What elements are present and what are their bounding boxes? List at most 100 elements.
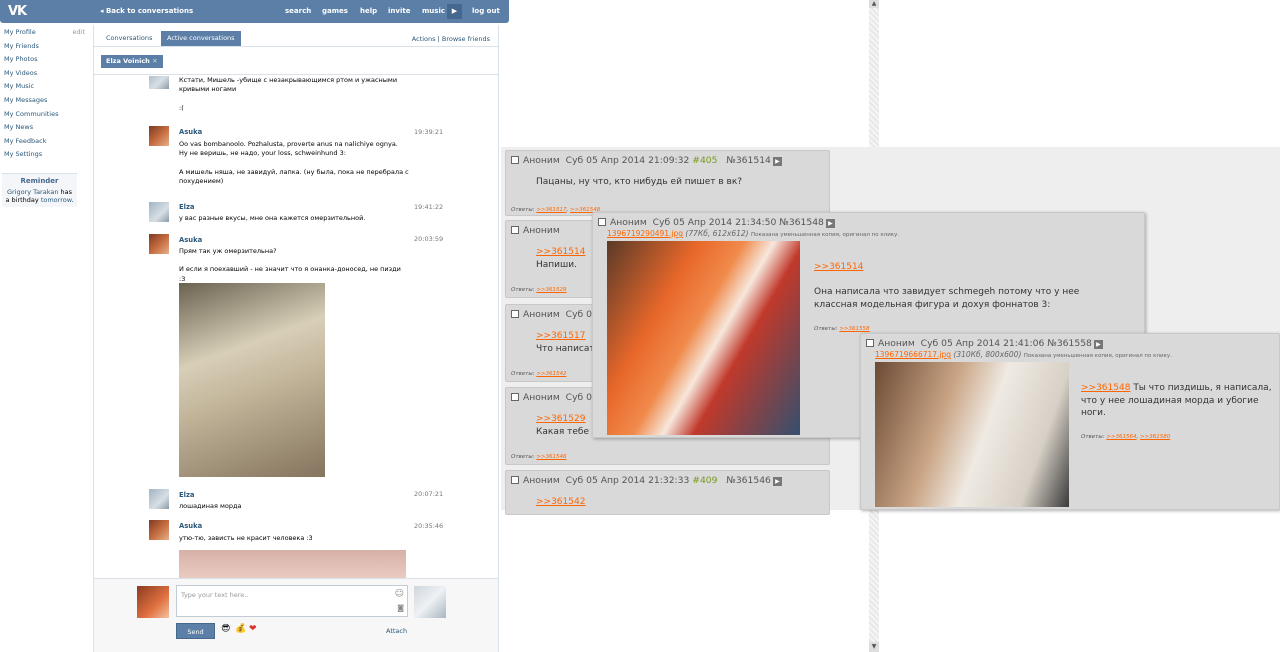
reply-link[interactable]: >>361580 bbox=[1140, 434, 1170, 440]
post-number[interactable]: №361548 bbox=[779, 217, 824, 228]
reply-link[interactable]: >>361564 bbox=[1106, 434, 1136, 440]
post-number[interactable]: №361546 bbox=[726, 475, 771, 486]
avatar[interactable] bbox=[149, 489, 169, 509]
post-preview-popup[interactable]: Аноним Суб 05 Апр 2014 21:41:06 №361558 ▶… bbox=[860, 333, 1280, 510]
camera-icon[interactable]: ◙ bbox=[397, 604, 404, 612]
reminder-when-link[interactable]: tomorrow bbox=[41, 196, 72, 204]
post-checkbox[interactable] bbox=[598, 218, 606, 226]
reply-link[interactable]: >>361517 bbox=[536, 207, 566, 213]
reply-link[interactable]: >>361529 bbox=[536, 287, 566, 293]
post-checkbox[interactable] bbox=[511, 226, 519, 234]
attach-button[interactable]: Attach bbox=[386, 627, 407, 635]
post-replies: Ответы: >>361542 bbox=[511, 371, 567, 377]
close-icon[interactable]: ✕ bbox=[152, 57, 157, 65]
message-list[interactable]: Кстати, Мишель -убище с незакрывающимся … bbox=[94, 76, 498, 606]
peer-avatar[interactable] bbox=[414, 586, 446, 618]
heart-emoji-icon[interactable]: ❤ bbox=[249, 624, 257, 634]
post-text: >>361529 Какая тебе р bbox=[536, 413, 598, 438]
poster-name: Аноним bbox=[523, 155, 560, 166]
quote-link[interactable]: >>361529 bbox=[536, 414, 585, 424]
sidebar-item-messages[interactable]: My Messages bbox=[0, 96, 92, 110]
post-checkbox[interactable] bbox=[511, 156, 519, 164]
avatar[interactable] bbox=[149, 234, 169, 254]
avatar[interactable] bbox=[149, 76, 169, 89]
nav-help[interactable]: help bbox=[360, 7, 377, 15]
quote-link[interactable]: >>361517 bbox=[536, 331, 585, 341]
back-to-conversations-link[interactable]: ◂ Back to conversations bbox=[100, 7, 193, 15]
reply-arrow-icon[interactable]: ▶ bbox=[772, 477, 782, 486]
post-checkbox[interactable] bbox=[511, 310, 519, 318]
post-header: Аноним bbox=[511, 225, 560, 236]
file-meta: (310Кб, 800x600) bbox=[953, 350, 1022, 359]
message-author[interactable]: Asuka bbox=[179, 522, 202, 530]
sidebar-item-settings[interactable]: My Settings bbox=[0, 150, 92, 164]
message-author[interactable]: Elza bbox=[179, 491, 195, 499]
avatar[interactable] bbox=[149, 520, 169, 540]
reply-link[interactable]: >>361542 bbox=[536, 371, 566, 377]
quote-link[interactable]: >>361548 bbox=[1081, 383, 1130, 393]
sidebar-item-news[interactable]: My News bbox=[0, 123, 92, 137]
avatar[interactable] bbox=[149, 126, 169, 146]
sidebar-item-profile[interactable]: My Profile edit bbox=[0, 28, 92, 42]
vk-logo[interactable]: VK bbox=[8, 4, 30, 19]
tab-actions[interactable]: Actions | Browse friends bbox=[412, 35, 490, 43]
vk-header: VK ◂ Back to conversations search games … bbox=[0, 0, 509, 23]
peer-chip[interactable]: Elza Voinich ✕ bbox=[101, 55, 163, 68]
post-number[interactable]: №361514 bbox=[726, 155, 771, 166]
reply-arrow-icon[interactable]: ▶ bbox=[1093, 340, 1103, 349]
post-text: >>361514 Напиши. bbox=[536, 246, 585, 271]
message-input[interactable]: Type your text here.. ☺ ◙ bbox=[176, 585, 408, 617]
sidebar-item-music[interactable]: My Music bbox=[0, 82, 92, 96]
attached-photo[interactable] bbox=[179, 283, 325, 477]
post-date: Суб 05 Апр 2014 21:41:06 bbox=[920, 338, 1045, 349]
reminder-person-link[interactable]: Grigory Tarakan bbox=[7, 188, 59, 196]
sidebar-item-feedback[interactable]: My Feedback bbox=[0, 137, 92, 151]
post-ordinal: #405 bbox=[692, 155, 718, 166]
post-image[interactable] bbox=[607, 241, 800, 435]
post-number[interactable]: №361558 bbox=[1047, 338, 1092, 349]
nav-music[interactable]: music bbox=[422, 7, 445, 15]
nav-invite[interactable]: invite bbox=[388, 7, 410, 15]
post-body: Что написать bbox=[536, 343, 600, 354]
quote-link[interactable]: >>361542 bbox=[536, 497, 585, 507]
my-avatar[interactable] bbox=[137, 586, 169, 618]
post-text: >>361514 Она написала что завидует schmeg… bbox=[814, 261, 1079, 311]
scroll-down-icon[interactable]: ▼ bbox=[869, 642, 879, 652]
nav-search[interactable]: search bbox=[285, 7, 311, 15]
tab-conversations[interactable]: Conversations bbox=[100, 31, 158, 46]
reply-link[interactable]: >>361546 bbox=[536, 454, 566, 460]
send-button[interactable]: Send bbox=[176, 623, 215, 639]
replies-label: Ответы: bbox=[511, 287, 535, 293]
message-author[interactable]: Elza bbox=[179, 203, 195, 211]
money-bag-emoji-icon[interactable]: 💰 bbox=[235, 624, 246, 634]
quote-link[interactable]: >>361514 bbox=[536, 247, 585, 257]
sidebar-item-friends[interactable]: My Friends bbox=[0, 42, 92, 56]
post-text: >>361517 Что написать bbox=[536, 330, 600, 355]
reply-link[interactable]: >>361558 bbox=[839, 326, 869, 332]
post-checkbox[interactable] bbox=[511, 476, 519, 484]
post-checkbox[interactable] bbox=[511, 393, 519, 401]
edit-link[interactable]: edit bbox=[73, 28, 85, 36]
file-link[interactable]: 1396719290491.jpg bbox=[607, 229, 683, 238]
post-checkbox[interactable] bbox=[866, 339, 874, 347]
file-link[interactable]: 1396719666717.jpg bbox=[875, 350, 951, 359]
message-author[interactable]: Asuka bbox=[179, 128, 202, 136]
avatar[interactable] bbox=[149, 202, 169, 222]
nav-logout[interactable]: log out bbox=[472, 7, 500, 15]
scroll-up-icon[interactable]: ▲ bbox=[869, 0, 879, 8]
post-image[interactable] bbox=[875, 362, 1069, 507]
message-author[interactable]: Asuka bbox=[179, 236, 202, 244]
message-text: у вас разные вкусы, мне она кажется омер… bbox=[179, 214, 366, 222]
tab-active-conversations[interactable]: Active conversations bbox=[161, 31, 241, 46]
reply-arrow-icon[interactable]: ▶ bbox=[825, 219, 835, 228]
reply-arrow-icon[interactable]: ▶ bbox=[772, 157, 782, 166]
sidebar-item-photos[interactable]: My Photos bbox=[0, 55, 92, 69]
post-header: Аноним Суб 05 Апр 2014 21:41:06 №361558 ▶ bbox=[866, 338, 1103, 349]
nav-games[interactable]: games bbox=[322, 7, 348, 15]
sunglasses-emoji-icon[interactable]: 😎 bbox=[221, 624, 230, 634]
quote-link[interactable]: >>361514 bbox=[814, 262, 863, 272]
sidebar-item-communities[interactable]: My Communities bbox=[0, 110, 92, 124]
play-icon[interactable]: ▶ bbox=[447, 4, 462, 19]
sidebar-item-videos[interactable]: My Videos bbox=[0, 69, 92, 83]
smile-icon[interactable]: ☺ bbox=[395, 589, 404, 599]
